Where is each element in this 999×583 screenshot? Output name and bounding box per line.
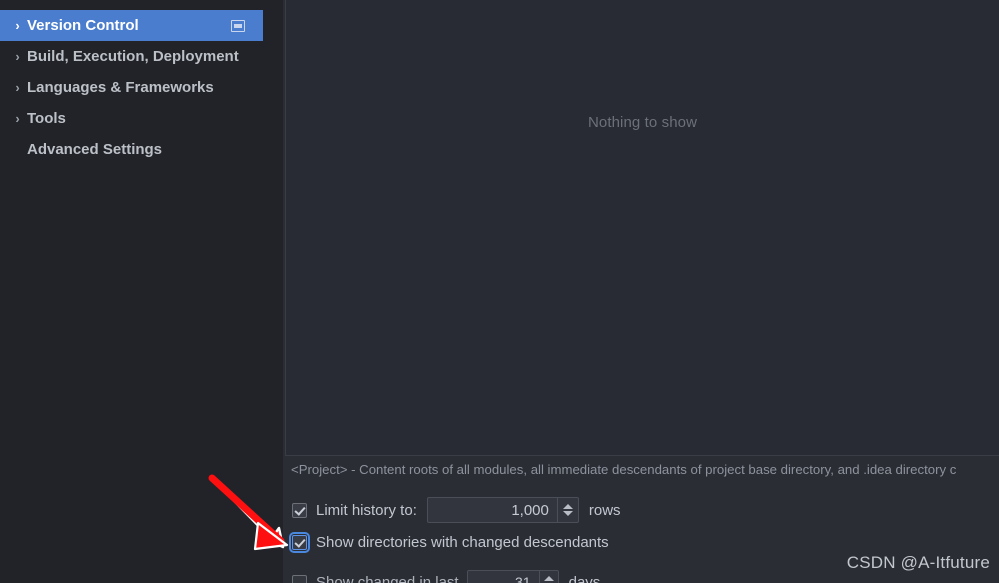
version-control-settings-pane: Nothing to show <Project> - Content root… — [283, 0, 999, 583]
sidebar-item-label: Languages & Frameworks — [27, 79, 214, 96]
show-directories-checkbox[interactable] — [289, 532, 310, 553]
limit-history-checkbox[interactable] — [292, 502, 307, 518]
sidebar-item-version-control[interactable]: › Version Control — [0, 10, 263, 41]
spinner-up-icon[interactable] — [562, 504, 573, 509]
spinner-up-icon[interactable] — [543, 576, 554, 581]
spinner-down-icon[interactable] — [562, 511, 573, 516]
limit-history-input[interactable]: 1,000 — [426, 497, 557, 523]
empty-state-message: Nothing to show — [587, 114, 698, 131]
option-row-show-changed-in-last: Show changed in last 31 days — [292, 570, 600, 583]
project-scope-description: <Project> - Content roots of all modules… — [291, 462, 957, 477]
sidebar-item-languages-frameworks[interactable]: › Languages & Frameworks — [0, 72, 283, 103]
limit-history-label: Limit history to: — [316, 501, 417, 519]
show-changed-in-last-input[interactable]: 31 — [466, 570, 539, 583]
show-changed-in-last-spinner[interactable]: 31 — [466, 570, 559, 583]
show-changed-in-last-checkbox[interactable] — [292, 574, 307, 583]
limit-history-spinner[interactable]: 1,000 — [426, 497, 579, 523]
sidebar-item-label: Tools — [27, 110, 66, 127]
sidebar-item-label: Version Control — [27, 17, 139, 34]
sidebar-item-label: Advanced Settings — [27, 141, 163, 158]
chevron-right-icon[interactable]: › — [8, 112, 27, 125]
sidebar-item-advanced-settings[interactable]: Advanced Settings — [0, 134, 283, 165]
option-row-show-directories: Show directories with changed descendant… — [289, 532, 609, 553]
chevron-right-icon[interactable]: › — [8, 81, 27, 94]
panel-divider — [285, 455, 999, 456]
sidebar-item-label: Build, Execution, Deployment — [27, 48, 239, 65]
show-directories-label: Show directories with changed descendant… — [316, 534, 609, 551]
show-changed-in-last-spinner-buttons[interactable] — [538, 570, 559, 583]
sidebar-item-tools[interactable]: › Tools — [0, 103, 283, 134]
csdn-watermark: CSDN @A-Itfuture — [846, 553, 990, 572]
sidebar-item-build-execution-deployment[interactable]: › Build, Execution, Deployment — [0, 41, 283, 72]
show-changed-in-last-label: Show changed in last — [316, 573, 459, 583]
chevron-right-icon[interactable]: › — [8, 50, 27, 63]
panel-window-icon[interactable] — [231, 19, 245, 32]
settings-sidebar: Language › Version Control › Build, Exec… — [0, 0, 283, 583]
option-row-limit-history: Limit history to: 1,000 rows — [292, 497, 621, 523]
ignored-files-tree[interactable]: Nothing to show — [285, 0, 999, 455]
limit-history-unit-label: rows — [588, 501, 621, 519]
limit-history-spinner-buttons[interactable] — [556, 497, 579, 523]
show-changed-in-last-unit-label: days — [568, 573, 601, 583]
settings-dialog: Language › Version Control › Build, Exec… — [0, 0, 999, 583]
chevron-right-icon[interactable]: › — [8, 19, 27, 32]
